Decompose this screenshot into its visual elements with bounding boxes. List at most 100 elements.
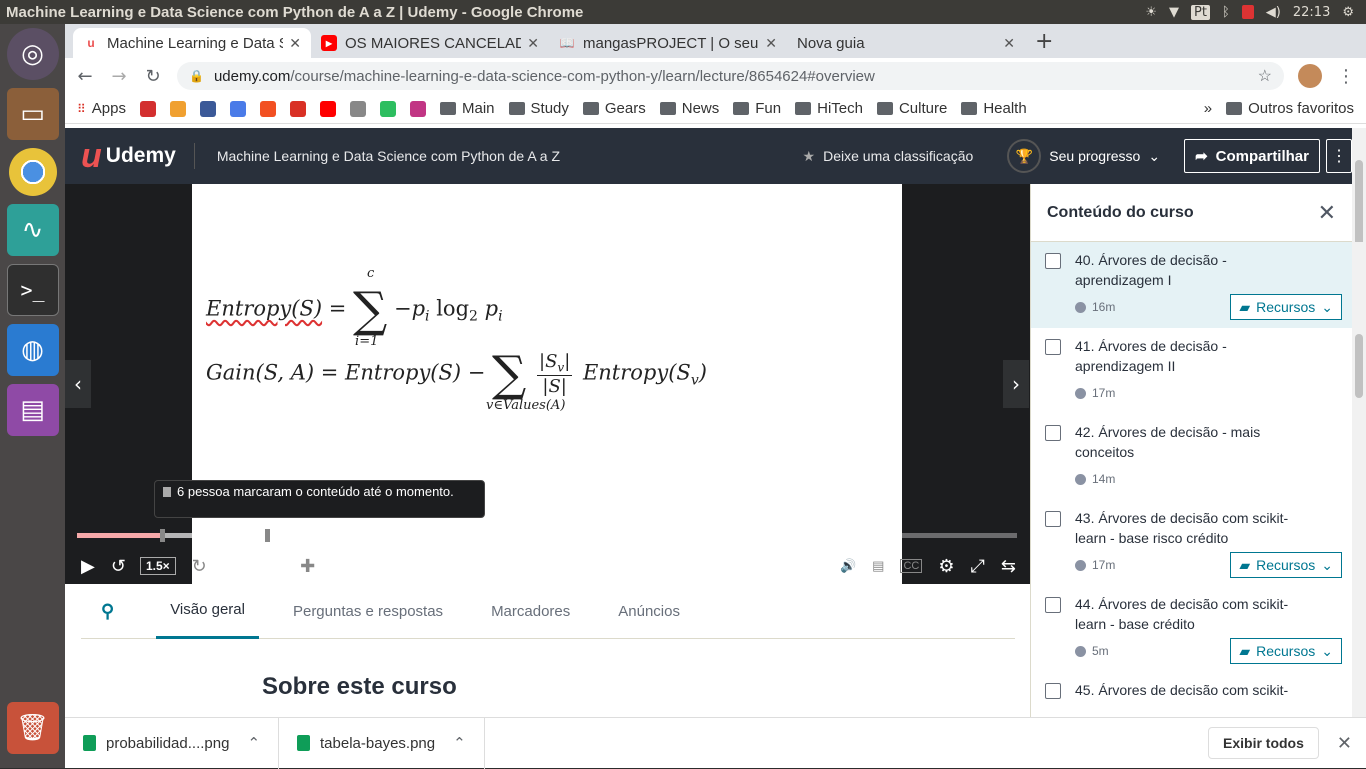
progress-bar[interactable]: [77, 529, 1017, 542]
lock-icon[interactable]: 🔒: [189, 69, 204, 83]
resources-dropdown[interactable]: ▰ Recursos ⌄: [1230, 552, 1342, 578]
video-player[interactable]: Entropy(S) = ∑ c i=1 −pi log2 pi Gain(S, A…: [65, 184, 1030, 584]
bookmark-folder[interactable]: Study: [508, 100, 569, 117]
lecture-item[interactable]: 40. Árvores de decisão - aprendizagem I 1…: [1031, 242, 1352, 328]
bookmark-folder[interactable]: Gears: [582, 100, 646, 117]
bookmark-site[interactable]: [140, 100, 156, 117]
search-icon[interactable]: ⚲: [81, 584, 126, 639]
bookmark-site[interactable]: [350, 100, 366, 117]
udemy-logo[interactable]: u Udemy: [81, 139, 195, 173]
more-bookmarks-button[interactable]: »: [1204, 100, 1212, 117]
chevron-up-icon[interactable]: ⌃: [247, 734, 260, 752]
system-monitor-icon[interactable]: ∿: [6, 204, 59, 256]
bookmark-site[interactable]: [380, 100, 396, 117]
bookmark-site[interactable]: [410, 100, 426, 117]
fullscreen-icon[interactable]: ⤢: [971, 556, 985, 577]
bookmark-marker[interactable]: [159, 529, 165, 542]
tab-questions[interactable]: Perguntas e respostas: [279, 584, 457, 639]
volume-icon[interactable]: ◀): [1266, 5, 1281, 20]
help-icon[interactable]: ◍: [6, 324, 59, 376]
lecture-checkbox[interactable]: [1045, 597, 1061, 613]
files-icon[interactable]: ▭: [6, 88, 59, 140]
volume-icon[interactable]: 🔊: [840, 558, 856, 574]
bookmark-marker[interactable]: [265, 529, 270, 542]
tab-overview[interactable]: Visão geral: [156, 584, 259, 639]
back-icon[interactable]: ←: [75, 66, 95, 87]
address-bar[interactable]: 🔒 udemy.com /course/machine-learning-e-d…: [177, 62, 1284, 90]
trash-icon[interactable]: 🗑: [6, 702, 59, 754]
bookmark-site[interactable]: [230, 100, 246, 117]
lecture-checkbox[interactable]: [1045, 683, 1061, 699]
expand-icon[interactable]: ⇆: [1001, 556, 1016, 577]
resources-dropdown[interactable]: ▰ Recursos ⌄: [1230, 638, 1342, 664]
close-icon[interactable]: ✕: [1318, 200, 1336, 226]
play-icon[interactable]: ▶: [81, 556, 95, 577]
menu-icon[interactable]: ⋮: [1336, 66, 1356, 87]
settings-icon[interactable]: ⚙: [938, 556, 954, 577]
close-icon[interactable]: ✕: [289, 35, 301, 52]
battery-icon[interactable]: [1241, 5, 1254, 19]
bookmark-folder[interactable]: Health: [961, 100, 1027, 117]
download-item[interactable]: tabela-bayes.png ⌃: [279, 717, 485, 769]
playback-speed-button[interactable]: 1.5×: [139, 557, 176, 575]
more-options-button[interactable]: ⋮: [1326, 139, 1352, 173]
reload-icon[interactable]: ↻: [143, 66, 163, 87]
ubuntu-dash-icon[interactable]: ◎: [6, 28, 59, 80]
close-icon[interactable]: ✕: [527, 35, 539, 52]
bookmark-site[interactable]: [290, 100, 306, 117]
progress-dropdown[interactable]: 🏆 Seu progresso ⌄: [1007, 139, 1160, 173]
lecture-checkbox[interactable]: [1045, 425, 1061, 441]
bookmark-folder[interactable]: Fun: [733, 100, 781, 117]
resources-dropdown[interactable]: ▰ Recursos ⌄: [1230, 294, 1342, 320]
sidebar-scrollbar[interactable]: [1352, 242, 1366, 717]
add-bookmark-icon[interactable]: ✚: [300, 556, 315, 577]
show-all-downloads-button[interactable]: Exibir todos: [1208, 727, 1319, 759]
lecture-item[interactable]: 41. Árvores de decisão - aprendizagem II…: [1031, 328, 1352, 414]
close-icon[interactable]: ✕: [765, 35, 777, 52]
new-tab-button[interactable]: +: [1035, 29, 1053, 54]
previous-lecture-button[interactable]: ‹: [65, 360, 91, 408]
bookmark-folder[interactable]: News: [659, 100, 719, 117]
terminal-icon[interactable]: >_: [6, 264, 59, 316]
rate-course-link[interactable]: ★ Deixe uma classificação: [803, 148, 974, 165]
wifi-icon[interactable]: ▼: [1169, 5, 1179, 20]
bookmark-star-icon[interactable]: ☆: [1258, 66, 1272, 86]
download-item[interactable]: probabilidad....png ⌃: [65, 717, 280, 769]
rewind-icon[interactable]: ↺: [111, 556, 126, 577]
forward-icon[interactable]: →: [109, 66, 129, 87]
power-icon[interactable]: ⚙: [1342, 5, 1354, 20]
lecture-item[interactable]: 43. Árvores de decisão com scikit-learn …: [1031, 500, 1352, 586]
transcript-icon[interactable]: ▤: [872, 558, 884, 574]
tab-new-tab[interactable]: Nova guia ✕: [787, 28, 1025, 58]
keyboard-layout-indicator[interactable]: Pt: [1191, 4, 1210, 20]
close-icon[interactable]: ✕: [1003, 35, 1015, 52]
clock[interactable]: 22:13: [1293, 5, 1330, 20]
lecture-item[interactable]: 44. Árvores de decisão com scikit-learn …: [1031, 586, 1352, 672]
next-lecture-button[interactable]: ›: [1003, 360, 1029, 408]
close-icon[interactable]: ✕: [1337, 733, 1352, 754]
lecture-checkbox[interactable]: [1045, 253, 1061, 269]
bookmark-apps[interactable]: ⠿ Apps: [77, 100, 126, 117]
brightness-icon[interactable]: ☀: [1145, 5, 1157, 20]
profile-avatar[interactable]: [1298, 64, 1322, 88]
bookmark-folder[interactable]: Culture: [876, 100, 947, 117]
tab-mangasproject[interactable]: 📖 mangasPROJECT | O seu l ✕: [549, 28, 787, 58]
tab-youtube[interactable]: ▶ OS MAIORES CANCELADO ✕: [311, 28, 549, 58]
bluetooth-icon[interactable]: ᛒ: [1222, 5, 1230, 20]
tab-announcements[interactable]: Anúncios: [604, 584, 694, 639]
bookmark-site[interactable]: [260, 100, 276, 117]
bookmark-site[interactable]: [200, 100, 216, 117]
lecture-checkbox[interactable]: [1045, 339, 1061, 355]
share-button[interactable]: ➦ Compartilhar: [1184, 139, 1320, 173]
captions-icon[interactable]: CC: [900, 559, 923, 573]
document-viewer-icon[interactable]: ▤: [6, 384, 59, 436]
bookmark-site[interactable]: [170, 100, 186, 117]
tab-udemy[interactable]: u Machine Learning e Data S ✕: [73, 28, 311, 58]
bookmark-site[interactable]: [320, 100, 336, 117]
other-bookmarks-folder[interactable]: Outros favoritos: [1226, 100, 1354, 117]
bookmark-folder[interactable]: Main: [440, 100, 495, 117]
tab-bookmarks[interactable]: Marcadores: [477, 584, 584, 639]
scrollbar-thumb[interactable]: [1355, 334, 1363, 398]
chrome-icon[interactable]: [8, 148, 57, 196]
bookmark-folder[interactable]: HiTech: [795, 100, 863, 117]
